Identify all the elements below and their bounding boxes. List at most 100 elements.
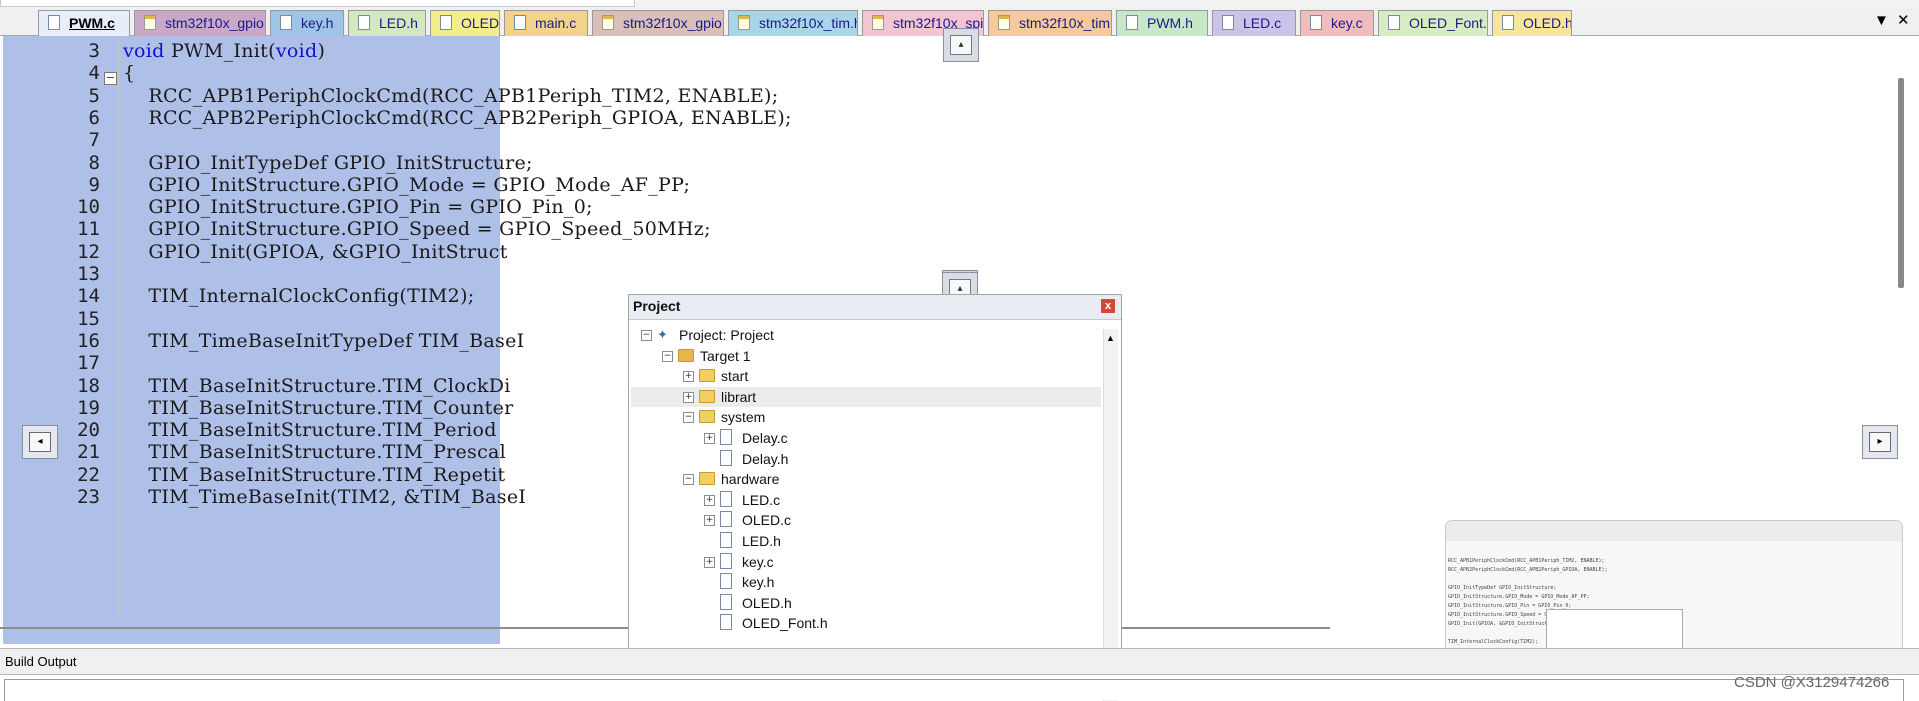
vertical-scrollbar[interactable] xyxy=(1898,78,1904,288)
fold-collapse-icon[interactable]: − xyxy=(104,72,117,85)
code-line[interactable]: RCC_APB2PeriphClockCmd(RCC_APB2Periph_GP… xyxy=(123,107,792,129)
tree-item-delay-c[interactable]: + Delay.c xyxy=(631,428,1101,448)
code-text: TIM_BaseInitStructure.TIM_Period xyxy=(148,419,497,442)
tab-pwm-c[interactable]: PWM.c xyxy=(38,10,130,36)
code-line[interactable]: TIM_TimeBaseInit(TIM2, &TIM_BaseI xyxy=(123,486,526,508)
tab-oled-c[interactable]: OLED.c xyxy=(430,10,500,36)
tab-stm32f10x-gpio-h[interactable]: stm32f10x_gpio.h xyxy=(592,10,724,36)
tab-stm32f10x-tim-h[interactable]: stm32f10x_tim.h xyxy=(728,10,858,36)
expand-icon[interactable]: + xyxy=(704,494,715,506)
config-file-icon xyxy=(602,15,614,30)
tab-led-c[interactable]: LED.c xyxy=(1212,10,1296,36)
tree-item-key-h[interactable]: key.h xyxy=(631,572,1101,592)
tree-item-label: hardware xyxy=(721,471,780,488)
code-line[interactable]: TIM_BaseInitStructure.TIM_Counter xyxy=(123,397,514,419)
file-icon xyxy=(514,15,526,30)
tab-oled-h[interactable]: OLED.h xyxy=(1492,10,1572,36)
tree-item-librart[interactable]: + librart xyxy=(631,386,1101,407)
line-number: 8 xyxy=(88,151,100,174)
expand-icon[interactable]: + xyxy=(704,433,715,444)
code-line[interactable]: TIM_BaseInitStructure.TIM_Repetit xyxy=(123,464,505,486)
tree-item-delay-h[interactable]: Delay.h xyxy=(631,449,1101,469)
tree-item-project-project[interactable]: − ✦ Project: Project xyxy=(631,325,1101,345)
tab-stm32f10x-gpio-c[interactable]: stm32f10x_gpio.c xyxy=(134,10,266,36)
code-line[interactable]: TIM_TimeBaseInitTypeDef TIM_BaseI xyxy=(123,330,524,352)
line-number: 5 xyxy=(88,84,100,107)
dock-top-icon[interactable]: ▴ xyxy=(943,28,979,62)
expand-icon[interactable]: + xyxy=(704,556,715,568)
code-line[interactable]: TIM_BaseInitStructure.TIM_ClockDi xyxy=(123,375,511,397)
build-output-titlebar[interactable]: Build Output xyxy=(0,648,1919,675)
code-line[interactable]: TIM_BaseInitStructure.TIM_Prescal xyxy=(123,441,506,463)
tree-item-start[interactable]: + start xyxy=(631,366,1101,386)
code-line[interactable]: RCC_APB1PeriphClockCmd(RCC_APB1Periph_TI… xyxy=(123,85,778,107)
code-line[interactable]: TIM_InternalClockConfig(TIM2); xyxy=(123,285,474,307)
code-line[interactable]: GPIO_Init(GPIOA, &GPIO_InitStruct xyxy=(123,241,508,263)
line-number: 3 xyxy=(88,40,100,62)
file-icon xyxy=(48,15,60,30)
code-text: GPIO_Init(GPIOA, &GPIO_InitStruct xyxy=(148,240,508,263)
tab-key-c[interactable]: key.c xyxy=(1300,10,1374,36)
project-panel[interactable]: Project x ▲ − ✦ Project: Project − Target 1 +… xyxy=(628,294,1122,701)
expand-icon[interactable]: + xyxy=(683,371,694,383)
code-line[interactable]: GPIO_InitStructure.GPIO_Speed = GPIO_Spe… xyxy=(123,218,711,240)
build-output-title: Build Output xyxy=(5,654,77,669)
tab-key-h[interactable]: key.h xyxy=(270,10,344,36)
expand-icon[interactable]: + xyxy=(704,515,715,527)
tree-item-oled-c[interactable]: + OLED.c xyxy=(631,510,1101,530)
tab-oled-font-h[interactable]: OLED_Font.h xyxy=(1378,10,1488,36)
dock-left-icon[interactable]: ◂ xyxy=(22,425,58,459)
close-tab-icon[interactable]: ✕ xyxy=(1897,8,1910,34)
tree-item-label: OLED.h xyxy=(742,594,792,611)
code-line[interactable]: GPIO_InitStructure.GPIO_Mode = GPIO_Mode… xyxy=(123,174,690,196)
expand-icon[interactable]: + xyxy=(683,391,694,403)
tree-item-label: OLED_Font.h xyxy=(742,615,828,632)
line-number: 16 xyxy=(77,329,100,352)
code-line[interactable]: { xyxy=(123,62,135,84)
build-output-textbox[interactable] xyxy=(4,679,1904,701)
build-output-pane[interactable] xyxy=(0,675,1919,701)
file-icon xyxy=(720,449,732,466)
line-number: 14 xyxy=(77,285,100,308)
collapse-icon[interactable]: − xyxy=(683,474,694,486)
folder-icon xyxy=(699,472,715,486)
file-icon xyxy=(720,490,732,507)
tab-label: OLED.h xyxy=(1523,15,1572,31)
tree-item-hardware[interactable]: − hardware xyxy=(631,469,1101,489)
tree-item-label: OLED.c xyxy=(742,512,792,529)
code-line[interactable]: void PWM_Init(void) xyxy=(123,40,325,62)
tree-item-key-c[interactable]: + key.c xyxy=(631,552,1101,572)
file-icon xyxy=(720,552,732,569)
collapse-icon[interactable]: − xyxy=(662,350,673,362)
keyword: void xyxy=(275,40,318,62)
project-panel-titlebar[interactable]: Project x xyxy=(629,295,1121,320)
tree-item-led-h[interactable]: LED.h xyxy=(631,531,1101,551)
code-line[interactable]: GPIO_InitStructure.GPIO_Pin = GPIO_Pin_0… xyxy=(123,196,593,218)
code-text: GPIO_InitTypeDef GPIO_InitStructure; xyxy=(148,151,533,174)
dock-right-icon[interactable]: ▸ xyxy=(1862,425,1898,459)
collapse-icon[interactable]: − xyxy=(683,412,694,424)
project-vertical-scrollbar[interactable]: ▲ xyxy=(1103,329,1118,701)
close-icon[interactable]: x xyxy=(1101,299,1115,313)
tab-label: key.c xyxy=(1331,15,1363,31)
code-text: TIM_TimeBaseInit(TIM2, &TIM_BaseI xyxy=(148,486,527,508)
collapse-icon[interactable]: − xyxy=(641,330,652,341)
line-number: 17 xyxy=(77,352,100,375)
line-number: 22 xyxy=(77,463,100,486)
tab-led-h[interactable]: LED.h xyxy=(348,10,426,36)
top-strip-segment xyxy=(0,0,635,7)
tab-list-dropdown-icon[interactable]: ▼ xyxy=(1874,8,1889,34)
scroll-up-icon[interactable]: ▲ xyxy=(1106,333,1115,343)
file-icon xyxy=(1126,15,1138,30)
code-line[interactable]: TIM_BaseInitStructure.TIM_Period xyxy=(123,419,497,441)
code-line[interactable]: GPIO_InitTypeDef GPIO_InitStructure; xyxy=(123,152,533,174)
tree-item-label: LED.c xyxy=(742,491,781,508)
tree-item-system[interactable]: − system xyxy=(631,407,1101,427)
tree-item-target-1[interactable]: − Target 1 xyxy=(631,346,1101,366)
tree-item-oled-h[interactable]: OLED.h xyxy=(631,593,1101,613)
tab-pwm-h[interactable]: PWM.h xyxy=(1116,10,1208,36)
tab-main-c[interactable]: main.c xyxy=(504,10,588,36)
tree-item-oled-font-h[interactable]: OLED_Font.h xyxy=(631,613,1101,633)
tab-stm32f10x-tim-c[interactable]: stm32f10x_tim.c xyxy=(988,10,1112,36)
tree-item-led-c[interactable]: + LED.c xyxy=(631,490,1101,510)
